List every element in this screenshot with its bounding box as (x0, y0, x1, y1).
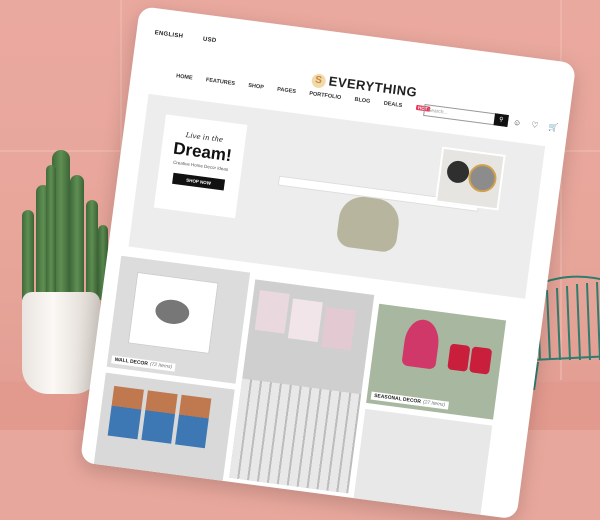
header-icons: ☺ ♡ 🛒 (512, 118, 566, 134)
hero-card: Live in the Dream! Creative Home Decor I… (153, 114, 248, 219)
search-placeholder: Search... (427, 107, 449, 117)
user-icon[interactable]: ☺ (512, 118, 521, 128)
heart-icon[interactable]: ♡ (531, 120, 539, 130)
nav-shop[interactable]: SHOP (248, 83, 264, 91)
crib-image (229, 378, 362, 494)
category-tile-seasonal-decor[interactable]: SEASONAL DECOR(27 Items) (366, 303, 507, 420)
wall-seam (560, 150, 600, 152)
top-bar: ENGLISH USD (154, 30, 234, 46)
nav-deals-label: DEALS (383, 100, 403, 110)
nav-blog[interactable]: BLOG (354, 97, 371, 105)
category-tile-wall-decor[interactable]: WALL DECOR(72 Items) (106, 255, 251, 384)
nav-features[interactable]: FEATURES (206, 77, 236, 87)
currency-select[interactable]: USD (203, 37, 217, 45)
gnome-image (401, 317, 442, 370)
category-tile-lighting[interactable] (353, 408, 493, 515)
framed-art-image (127, 271, 219, 355)
tablet-device: ENGLISH USD S EVERYTHING HOME FEATURES SH… (79, 6, 577, 520)
search-icon[interactable]: ⚲ (493, 113, 509, 127)
category-count: (27 Items) (422, 399, 446, 409)
category-label: WALL DECOR(72 Items) (111, 355, 176, 372)
category-label: SEASONAL DECOR(27 Items) (370, 391, 449, 410)
wall-seam (0, 150, 140, 152)
category-count: (72 Items) (149, 361, 173, 371)
category-tile-kids-decor[interactable] (229, 279, 375, 494)
nav-portfolio[interactable]: PORTFOLIO (309, 91, 342, 101)
white-plant-pot (22, 292, 100, 394)
hero-wall-art-image (434, 146, 506, 211)
category-grid: WALL DECOR(72 Items) SEASONAL DECOR(27 I… (92, 255, 538, 520)
language-select[interactable]: ENGLISH (154, 30, 183, 40)
category-name: SEASONAL DECOR (373, 392, 422, 406)
search-input[interactable]: Search... ⚲ (423, 103, 509, 127)
category-tile-planters[interactable] (92, 372, 235, 489)
logo-mark: S (310, 72, 327, 89)
cart-icon[interactable]: 🛒 (548, 122, 559, 132)
nav-pages[interactable]: PAGES (277, 87, 296, 95)
shop-now-button[interactable]: SHOP NOW (171, 172, 226, 191)
category-name: WALL DECOR (114, 356, 149, 368)
nav-home[interactable]: HOME (176, 73, 193, 81)
